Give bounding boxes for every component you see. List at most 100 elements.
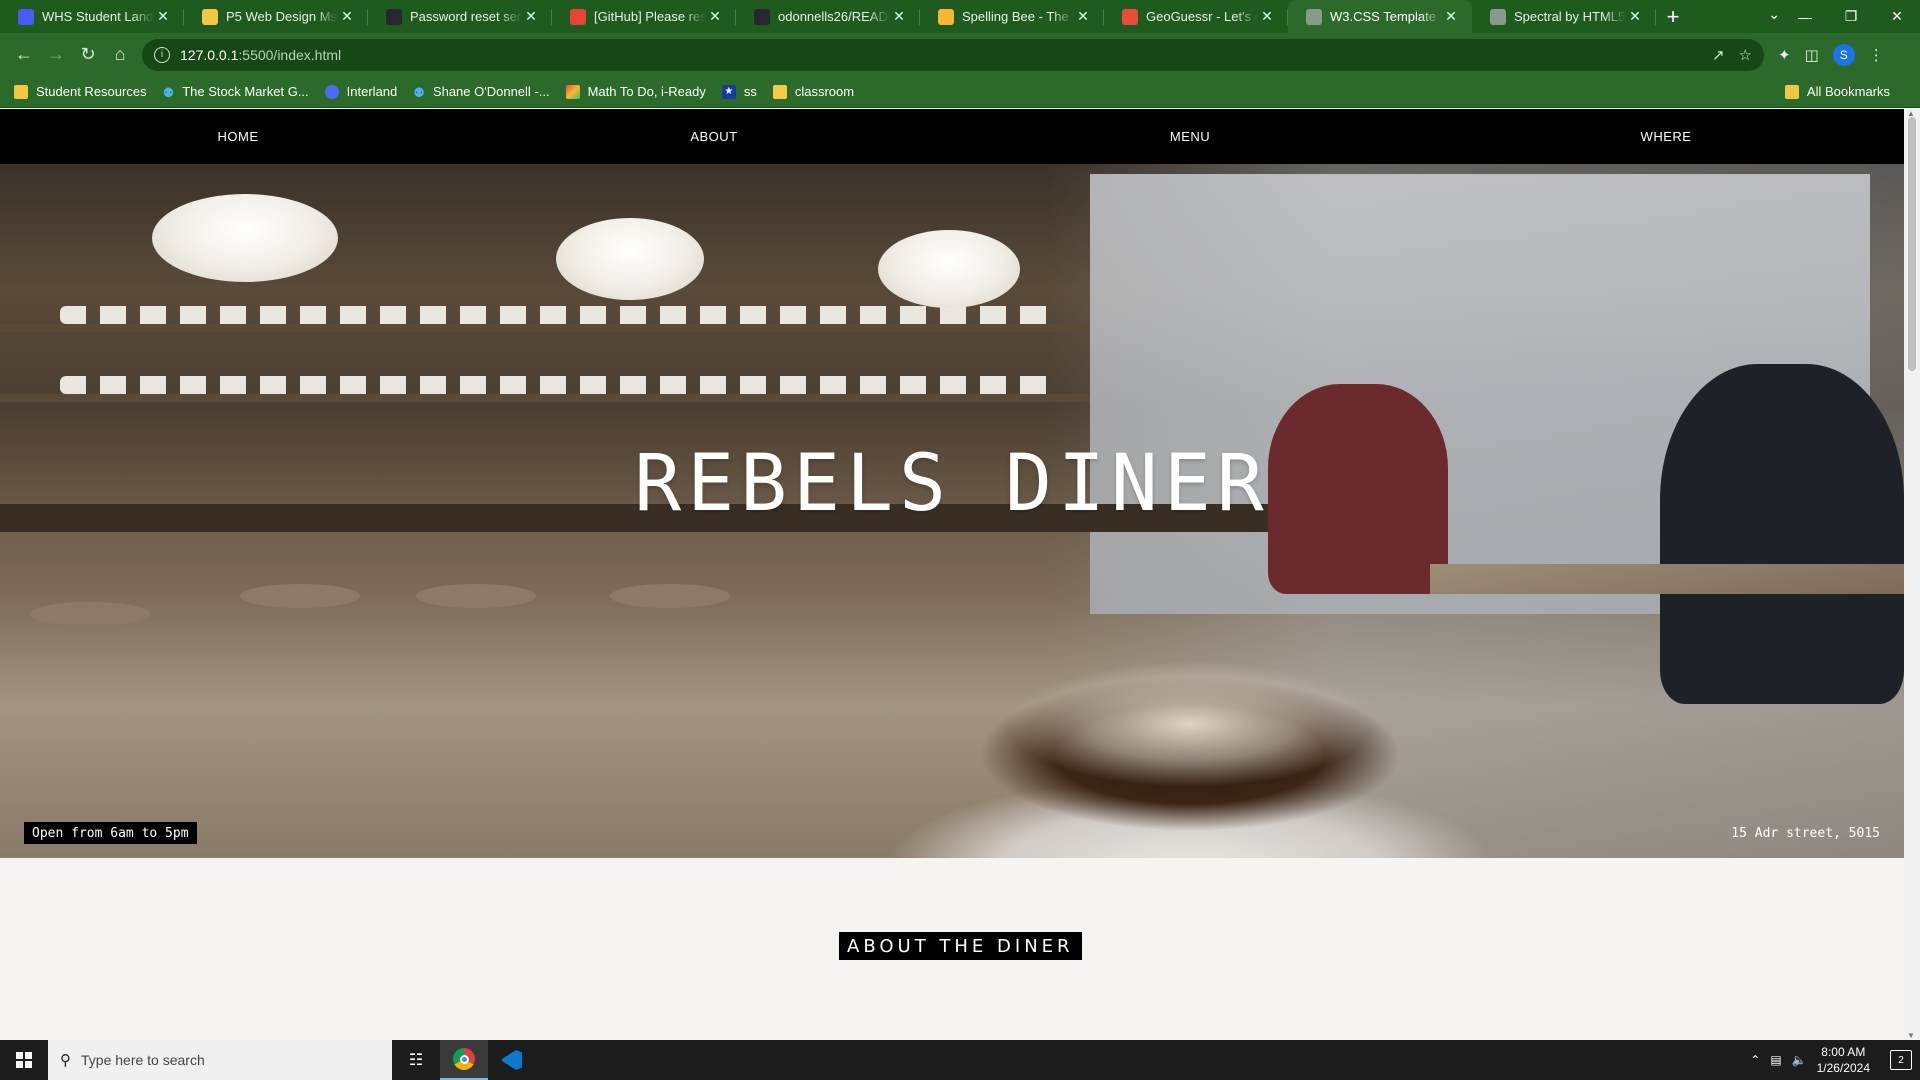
tab-favicon-icon [754,8,770,25]
windows-taskbar: ⚲ Type here to search ☷ ⌃ ▤ 🔈 8:00 AM 1/… [0,1040,1920,1080]
restore-button[interactable]: ❐ [1828,8,1874,25]
clock-date: 1/26/2024 [1816,1061,1870,1075]
share-icon[interactable]: ↗ [1712,46,1725,64]
notification-count: 2 [1898,1054,1904,1066]
tab-search-chevron-icon[interactable]: ⌄ [1768,6,1780,23]
back-arrow-icon[interactable]: ← [8,39,40,71]
nav-home-link[interactable]: HOME [0,109,476,164]
bookmark-item[interactable]: ★ ss [721,84,757,99]
side-panel-icon[interactable]: ◫ [1805,46,1819,64]
tab-title: Password reset sent! [410,9,522,24]
bookmark-item[interactable]: Student Resources [14,84,147,99]
volume-muted-icon[interactable]: 🔈 [1792,1053,1807,1067]
bookmark-label: Math To Do, i-Ready [587,84,706,99]
start-button[interactable] [0,1040,48,1080]
tab-close-icon[interactable]: ✕ [154,8,172,25]
tab-title: W3.CSS Template [1330,9,1436,24]
address-bar[interactable]: i 127.0.0.1:5500/index.html ↗ ☆ [142,38,1764,71]
chrome-taskbar-icon[interactable] [440,1040,488,1080]
notification-center-icon[interactable]: 2 [1890,1050,1912,1070]
tab-favicon-icon [570,8,586,25]
browser-menu-icon[interactable]: ⋮ [1869,46,1884,64]
tab-close-icon[interactable]: ✕ [1626,8,1644,25]
url-host: 127.0.0.1 [180,46,239,63]
browser-tab[interactable]: GeoGuessr - Let's exp✕ [1104,0,1288,33]
extensions-puzzle-icon[interactable]: ✦ [1778,46,1791,64]
bookmark-label: Shane O'Donnell -... [432,84,550,99]
browser-tab[interactable]: Spectral by HTML5 UP✕ [1472,0,1656,33]
browser-tab[interactable]: P5 Web Design Ms. R✕ [184,0,368,33]
bookmark-item[interactable]: Interland [324,84,398,99]
tray-chevron-icon[interactable]: ⌃ [1750,1053,1760,1067]
profile-avatar[interactable]: S [1832,43,1855,66]
clock[interactable]: 8:00 AM 1/26/2024 [1817,1044,1870,1076]
bookmark-item[interactable]: ⚉ Shane O'Donnell -... [413,84,550,100]
tab-close-icon[interactable]: ✕ [522,8,540,25]
home-icon[interactable]: ⌂ [104,39,136,71]
browser-tab[interactable]: odonnells26/README✕ [736,0,920,33]
reload-icon[interactable]: ↻ [72,39,104,71]
tab-title: WHS Student Landing [42,9,154,24]
vscode-taskbar-icon[interactable] [488,1040,536,1080]
browser-tab[interactable]: [GitHub] Please reset ✕ [552,0,736,33]
close-window-button[interactable]: ✕ [1874,8,1920,25]
shelf [0,394,1090,402]
bookmark-item[interactable]: ⚉ The Stock Market G... [163,84,309,100]
browser-tab[interactable]: Password reset sent! ✕ [368,0,552,33]
browser-tab-strip: WHS Student Landing✕P5 Web Design Ms. R✕… [0,0,1920,33]
pendant-lamp [152,194,338,282]
folder-icon [1784,84,1799,99]
new-tab-button[interactable]: + [1656,0,1690,33]
tab-favicon-icon [386,8,402,25]
bookmarks-bar: Student Resources ⚉ The Stock Market G... I… [0,76,1920,108]
class-icon [772,84,787,99]
browser-tab[interactable]: Spelling Bee - The Ne✕ [920,0,1104,33]
stool [610,584,730,608]
bookmark-label: Interland [346,84,398,99]
bookmark-star-icon[interactable]: ☆ [1739,46,1752,64]
bookmark-label: classroom [794,84,855,99]
pendant-lamp [878,230,1020,308]
hero-title: REBELS DINER [634,439,1270,529]
people-icon: ⚉ [413,84,425,100]
opening-hours-tag: Open from 6am to 5pm [24,822,197,844]
tab-close-icon[interactable]: ✕ [1074,8,1092,25]
tab-title: GeoGuessr - Let's exp [1146,9,1258,24]
minimize-button[interactable]: — [1782,9,1828,25]
tab-favicon-icon [938,8,954,25]
bookmark-label: Student Resources [36,84,147,99]
taskbar-search-box[interactable]: ⚲ Type here to search [48,1040,392,1080]
tab-close-icon[interactable]: ✕ [338,8,356,25]
address-tag: 15 Adr street, 5015 [1731,825,1880,841]
tab-close-icon[interactable]: ✕ [1442,8,1460,25]
tab-favicon-icon [1490,8,1506,25]
nav-about-link[interactable]: ABOUT [476,109,952,164]
system-tray: ⌃ ▤ 🔈 8:00 AM 1/26/2024 2 [1750,1044,1920,1076]
search-placeholder: Type here to search [81,1052,205,1068]
stool [416,584,536,608]
about-heading: ABOUT THE DINER [839,932,1082,960]
bookmark-item[interactable]: classroom [772,84,855,99]
tab-title: P5 Web Design Ms. R [226,9,338,24]
bookmark-item[interactable]: Math To Do, i-Ready [565,84,706,99]
browser-tab[interactable]: WHS Student Landing✕ [0,0,184,33]
bookmark-label: ss [743,84,757,99]
network-icon[interactable]: ▤ [1770,1053,1781,1067]
scroll-down-arrow-icon[interactable]: ▼ [1907,1031,1915,1040]
all-bookmarks-button[interactable]: All Bookmarks [1784,84,1890,99]
site-info-icon[interactable]: i [154,46,170,63]
cube-icon [565,84,580,99]
page-scrollbar[interactable]: ▲ ▼ [1904,109,1920,1040]
scrollbar-thumb[interactable] [1908,117,1916,371]
nav-where-link[interactable]: WHERE [1428,109,1904,164]
task-view-icon[interactable]: ☷ [392,1040,440,1080]
browser-tab[interactable]: W3.CSS Template ✕ [1288,0,1472,33]
tab-close-icon[interactable]: ✕ [890,8,908,25]
tab-close-icon[interactable]: ✕ [706,8,724,25]
browser-toolbar: ← → ↻ ⌂ i 127.0.0.1:5500/index.html ↗ ☆ … [0,33,1920,76]
stool [30,602,150,626]
tab-close-icon[interactable]: ✕ [1258,8,1276,25]
bookmark-list: Student Resources ⚉ The Stock Market G... I… [14,84,870,100]
forward-arrow-icon[interactable]: → [40,39,72,71]
nav-menu-link[interactable]: MENU [952,109,1428,164]
